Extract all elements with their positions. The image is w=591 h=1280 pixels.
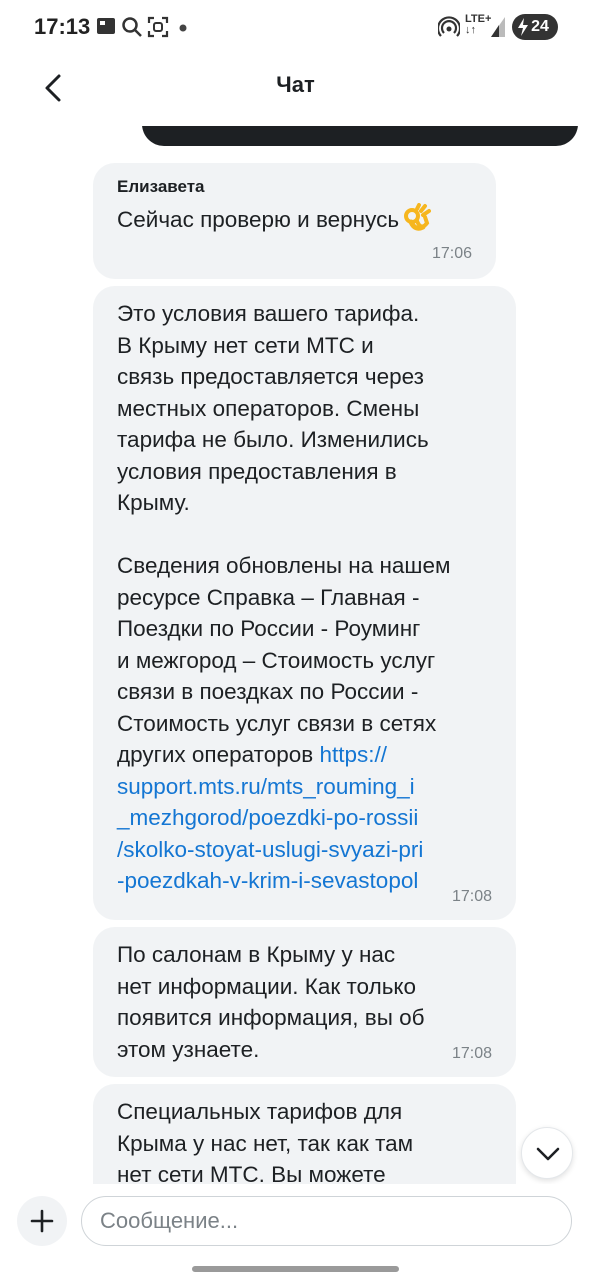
network-type: LTE+ ↓↑ (465, 13, 492, 36)
attach-button[interactable] (17, 1196, 67, 1246)
message-bubble: Елизавета Сейчас проверю и вернусь 17:06 (93, 163, 496, 279)
message-composer (0, 1184, 591, 1280)
gallery-icon (97, 18, 115, 34)
message-time: 17:06 (431, 245, 472, 262)
search-icon (122, 17, 142, 37)
chevron-down-icon (536, 1147, 560, 1161)
signal-icon (491, 17, 505, 37)
page-title: Чат (276, 72, 315, 97)
message-text: Это условия вашего тарифа. В Крыму нет с… (117, 301, 451, 893)
screenshot-icon (147, 16, 169, 38)
charging-icon (518, 18, 528, 36)
battery-level: 24 (531, 18, 549, 35)
message-author: Елизавета (117, 177, 205, 196)
message-time: 17:08 (451, 888, 492, 905)
message-text: По салонам в Крыму у нас нет информации.… (117, 942, 425, 1062)
message-text: Специальных тарифов для Крыма у нас нет,… (117, 1099, 414, 1184)
plus-icon (30, 1209, 54, 1233)
message-text: Сейчас проверю и вернусь (117, 203, 472, 236)
message-input[interactable] (81, 1196, 572, 1246)
message-time: 17:08 (451, 1045, 492, 1062)
status-time: 17:13 (34, 14, 91, 39)
home-indicator[interactable] (192, 1266, 399, 1272)
status-bar: 17:13 LTE+ ↓↑ 24 (0, 0, 591, 56)
dot-icon (179, 24, 187, 32)
message-bubble: Специальных тарифов для Крыма у нас нет,… (93, 1084, 516, 1184)
scroll-down-button[interactable] (521, 1127, 573, 1179)
message-bubble: Это условия вашего тарифа. В Крыму нет с… (93, 286, 516, 920)
ok-hand-emoji-icon (404, 203, 432, 231)
hotspot-icon (438, 16, 460, 37)
message-bubble: По салонам в Крыму у нас нет информации.… (93, 927, 516, 1077)
chat-header: Чат (0, 56, 591, 116)
battery-indicator: 24 (512, 14, 558, 40)
outgoing-message-bubble (142, 126, 578, 146)
chat-message-list[interactable]: Елизавета Сейчас проверю и вернусь 17:06… (0, 126, 591, 1184)
